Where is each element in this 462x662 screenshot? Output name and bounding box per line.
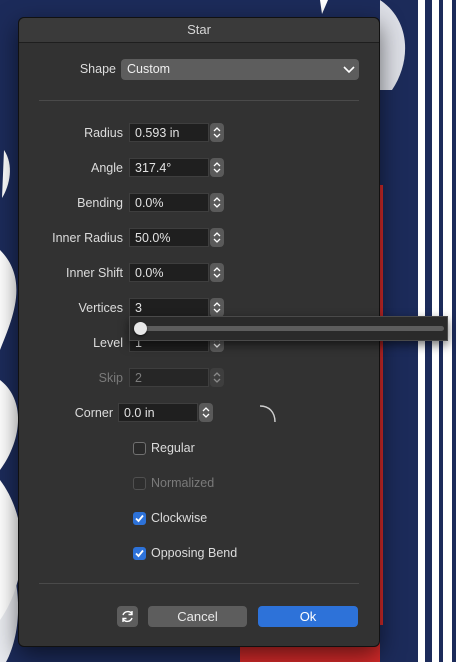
corner-stepper[interactable] (199, 403, 213, 422)
shape-select[interactable]: Custom (121, 59, 359, 80)
bending-field[interactable]: 0.0% (129, 193, 209, 212)
stepper-arrows-icon (213, 267, 221, 278)
vertices-slider-track[interactable] (138, 326, 444, 331)
normalized-checkbox[interactable] (133, 477, 146, 490)
vertices-label: Vertices (78, 301, 123, 315)
opposing-bend-label: Opposing Bend (151, 546, 238, 560)
inner-shift-label: Inner Shift (66, 266, 123, 280)
corner-arc-icon (259, 405, 276, 423)
bending-label: Bending (77, 196, 123, 210)
vertices-stepper[interactable] (210, 298, 224, 317)
corner-label: Corner (74, 406, 113, 420)
inner-shift-stepper[interactable] (210, 263, 224, 282)
skip-label: Skip (98, 371, 123, 385)
stepper-arrows-icon (213, 302, 221, 313)
opposing-bend-checkbox[interactable] (133, 547, 146, 560)
clockwise-label: Clockwise (151, 511, 208, 525)
radius-field[interactable]: 0.593 in (129, 123, 209, 142)
regular-checkbox[interactable] (133, 442, 146, 455)
vertices-slider-popup (129, 316, 448, 341)
cancel-button[interactable]: Cancel (148, 606, 247, 627)
separator-bottom (39, 583, 359, 584)
stepper-arrows-icon (213, 127, 221, 138)
corner-field[interactable]: 0.0 in (118, 403, 198, 422)
shape-select-value: Custom (127, 62, 171, 76)
dialog-title: Star (19, 18, 379, 43)
checkmark-icon (135, 549, 144, 558)
clockwise-checkbox[interactable] (133, 512, 146, 525)
separator-top (39, 100, 359, 101)
radius-label: Radius (84, 126, 123, 140)
inner-radius-stepper[interactable] (210, 228, 224, 247)
vertices-field[interactable]: 3 (129, 298, 209, 317)
chevron-down-icon (343, 66, 355, 74)
reset-button[interactable] (117, 606, 138, 627)
checkmark-icon (135, 514, 144, 523)
skip-field[interactable]: 2 (129, 368, 209, 387)
radius-stepper[interactable] (210, 123, 224, 142)
angle-field[interactable]: 317.4° (129, 158, 209, 177)
stepper-arrows-icon (202, 407, 210, 418)
inner-radius-label: Inner Radius (52, 231, 123, 245)
stepper-arrows-icon (213, 232, 221, 243)
stepper-arrows-icon (213, 162, 221, 173)
inner-radius-field[interactable]: 50.0% (129, 228, 209, 247)
inner-shift-field[interactable]: 0.0% (129, 263, 209, 282)
stepper-arrows-icon (213, 197, 221, 208)
stepper-arrows-icon (213, 372, 221, 383)
skip-stepper[interactable] (210, 368, 224, 387)
angle-stepper[interactable] (210, 158, 224, 177)
angle-label: Angle (91, 161, 123, 175)
level-label: Level (93, 336, 123, 350)
bending-stepper[interactable] (210, 193, 224, 212)
vertices-slider-knob[interactable] (134, 322, 147, 335)
reset-icon (122, 610, 133, 623)
normalized-label: Normalized (151, 476, 215, 490)
ok-button[interactable]: Ok (258, 606, 358, 627)
regular-label: Regular (151, 441, 195, 455)
shape-label: Shape (79, 62, 116, 76)
